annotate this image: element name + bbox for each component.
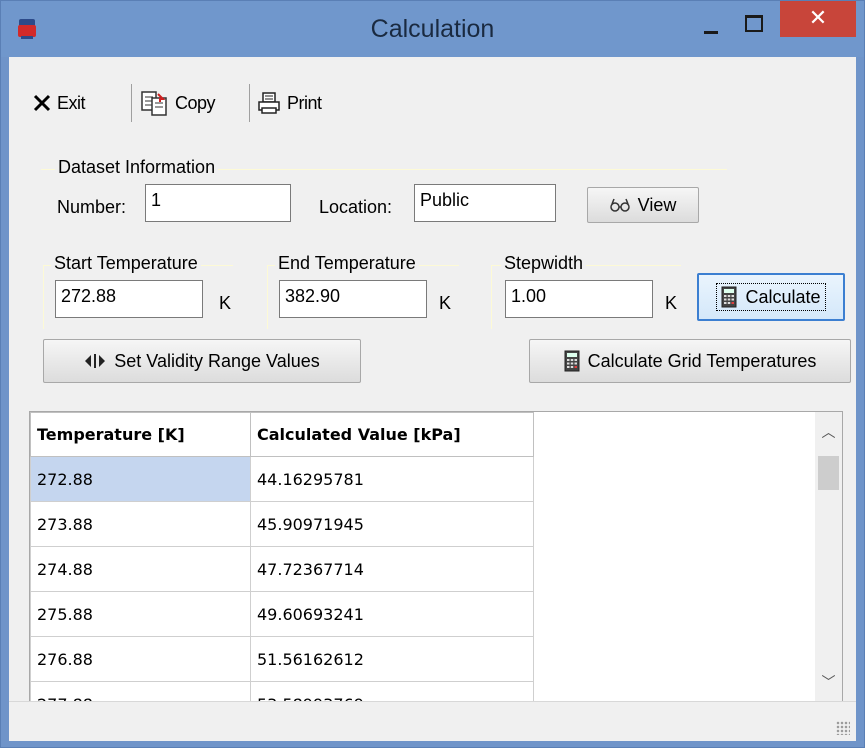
status-bar bbox=[9, 701, 856, 741]
start-temp-label: Start Temperature bbox=[51, 253, 201, 274]
set-validity-range-button[interactable]: Set Validity Range Values bbox=[43, 339, 361, 383]
calculate-label: Calculate bbox=[745, 286, 821, 307]
dataset-group-label: Dataset Information bbox=[55, 157, 219, 178]
maximize-button[interactable] bbox=[733, 9, 773, 41]
end-temp-unit: K bbox=[439, 293, 452, 313]
print-label: Print bbox=[287, 92, 322, 113]
location-label: Location: bbox=[319, 197, 393, 217]
stepwidth-unit: K bbox=[665, 293, 678, 313]
stepwidth-field[interactable]: 1.00 bbox=[505, 280, 653, 318]
calculator-icon bbox=[564, 350, 580, 372]
copy-icon bbox=[141, 91, 167, 116]
resize-grip-icon[interactable] bbox=[836, 721, 850, 735]
scrollbar-thumb[interactable] bbox=[818, 456, 839, 490]
number-field[interactable]: 1 bbox=[145, 184, 291, 222]
start-temp-field[interactable]: 272.88 bbox=[55, 280, 203, 318]
number-label: Number: bbox=[57, 197, 127, 217]
table-row[interactable]: 274.88 47.72367714 bbox=[30, 546, 534, 592]
table-row[interactable]: 276.88 51.56162612 bbox=[30, 636, 534, 682]
toolbar-separator bbox=[131, 84, 132, 122]
chevron-down-icon[interactable]: ﹀ bbox=[815, 662, 842, 702]
cell-temperature[interactable]: 277.88 bbox=[30, 681, 251, 702]
calculator-icon bbox=[721, 286, 737, 308]
cell-temperature[interactable]: 276.88 bbox=[30, 636, 251, 682]
printer-icon bbox=[258, 92, 280, 114]
cell-value[interactable]: 47.72367714 bbox=[250, 546, 534, 592]
table-row[interactable]: 273.88 45.90971945 bbox=[30, 501, 534, 547]
table-row[interactable]: 277.88 53.58993769 bbox=[30, 681, 534, 702]
minimize-button[interactable] bbox=[691, 11, 731, 41]
set-validity-label: Set Validity Range Values bbox=[114, 350, 320, 371]
copy-button[interactable]: Copy bbox=[141, 87, 216, 119]
location-field[interactable]: Public bbox=[414, 184, 556, 222]
calculation-window: Calculation ✕ Exit Copy Print Dataset In… bbox=[0, 0, 865, 748]
arrows-horizontal-icon bbox=[85, 354, 106, 368]
cell-value[interactable]: 45.90971945 bbox=[250, 501, 534, 547]
end-temp-frame-left bbox=[267, 265, 268, 329]
toolbar-separator bbox=[249, 84, 250, 122]
table-row[interactable]: 272.88 44.16295781 bbox=[30, 456, 534, 502]
print-button[interactable]: Print bbox=[257, 87, 322, 119]
calculate-button[interactable]: Calculate bbox=[697, 273, 845, 321]
column-header-value[interactable]: Calculated Value [kPa] bbox=[250, 412, 534, 457]
chevron-up-icon[interactable]: ︿ bbox=[815, 412, 842, 452]
cell-temperature[interactable]: 275.88 bbox=[30, 591, 251, 637]
header-row: Temperature [K] Calculated Value [kPa] bbox=[30, 412, 534, 457]
cell-value[interactable]: 49.60693241 bbox=[250, 591, 534, 637]
glasses-icon bbox=[609, 198, 630, 212]
exit-label: Exit bbox=[57, 92, 86, 113]
end-temp-label: End Temperature bbox=[275, 253, 419, 274]
cell-value[interactable]: 53.58993769 bbox=[250, 681, 534, 702]
start-temp-frame-left bbox=[43, 265, 44, 329]
stepwidth-frame-left bbox=[491, 265, 492, 329]
view-label: View bbox=[637, 194, 677, 215]
cell-value[interactable]: 44.16295781 bbox=[250, 456, 534, 502]
title-bar[interactable]: Calculation ✕ bbox=[1, 1, 864, 57]
stepwidth-label: Stepwidth bbox=[501, 253, 587, 274]
calculate-grid-button[interactable]: Calculate Grid Temperatures bbox=[529, 339, 851, 383]
exit-button[interactable]: Exit bbox=[33, 87, 86, 119]
end-temp-field[interactable]: 382.90 bbox=[279, 280, 427, 318]
close-x-icon bbox=[33, 94, 51, 112]
cell-temperature[interactable]: 273.88 bbox=[30, 501, 251, 547]
column-header-temperature[interactable]: Temperature [K] bbox=[30, 412, 251, 457]
client-area: Exit Copy Print Dataset Information Numb… bbox=[9, 57, 856, 741]
cell-temperature[interactable]: 274.88 bbox=[30, 546, 251, 592]
toolbar: Exit Copy Print bbox=[9, 57, 856, 143]
cell-value[interactable]: 51.56162612 bbox=[250, 636, 534, 682]
copy-label: Copy bbox=[175, 92, 216, 113]
vertical-scrollbar[interactable]: ︿ ﹀ bbox=[815, 412, 842, 702]
cell-temperature[interactable]: 272.88 bbox=[30, 456, 251, 502]
close-button[interactable]: ✕ bbox=[780, 1, 856, 37]
calculate-grid-label: Calculate Grid Temperatures bbox=[587, 350, 817, 371]
view-button[interactable]: View bbox=[587, 187, 699, 223]
table-row[interactable]: 275.88 49.60693241 bbox=[30, 591, 534, 637]
results-grid[interactable]: Temperature [K] Calculated Value [kPa] 2… bbox=[29, 411, 843, 703]
results-table: Temperature [K] Calculated Value [kPa] 2… bbox=[30, 412, 534, 702]
start-temp-unit: K bbox=[219, 293, 232, 313]
